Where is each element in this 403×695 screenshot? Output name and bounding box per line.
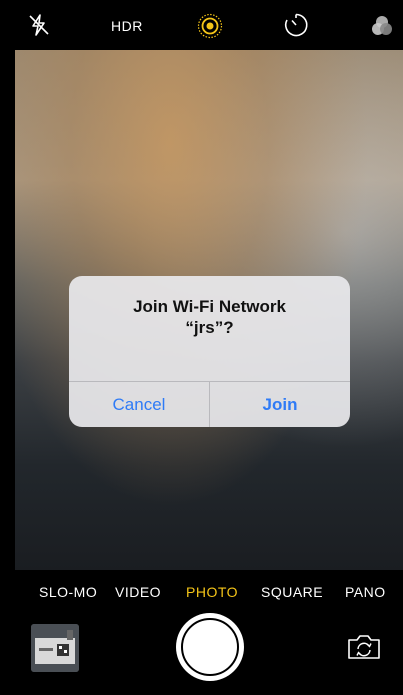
hdr-button[interactable]: HDR [111,18,143,34]
filters-icon[interactable] [369,13,395,39]
join-button[interactable]: Join [210,382,350,427]
shutter-inner [181,618,239,676]
camera-mode-selector: SLO-MO VIDEO PHOTO SQUARE PANO [15,575,403,605]
mode-square[interactable]: SQUARE [261,584,323,600]
cancel-button[interactable]: Cancel [69,382,209,427]
flash-off-icon[interactable] [27,13,51,37]
alert-title: Join Wi-Fi Network “jrs”? [69,296,350,338]
mode-photo[interactable]: PHOTO [186,584,238,600]
timer-icon[interactable] [283,12,309,38]
alert-title-line2: “jrs”? [185,318,234,337]
shutter-button[interactable] [176,613,244,681]
wifi-join-alert: Join Wi-Fi Network “jrs”? Cancel Join [69,276,350,427]
top-toolbar: HDR [15,0,403,50]
camera-switch-icon[interactable] [346,633,382,661]
mode-pano[interactable]: PANO [345,584,386,600]
mode-slo-mo[interactable]: SLO-MO [39,584,97,600]
mode-video[interactable]: VIDEO [115,584,161,600]
last-photo-thumbnail[interactable] [31,624,79,672]
live-photo-icon[interactable] [197,13,223,39]
alert-title-line1: Join Wi-Fi Network [133,297,286,316]
bottom-controls [15,605,403,695]
camera-app: HDR Join Wi-Fi Network “jrs”? Cancel Joi… [15,0,403,695]
